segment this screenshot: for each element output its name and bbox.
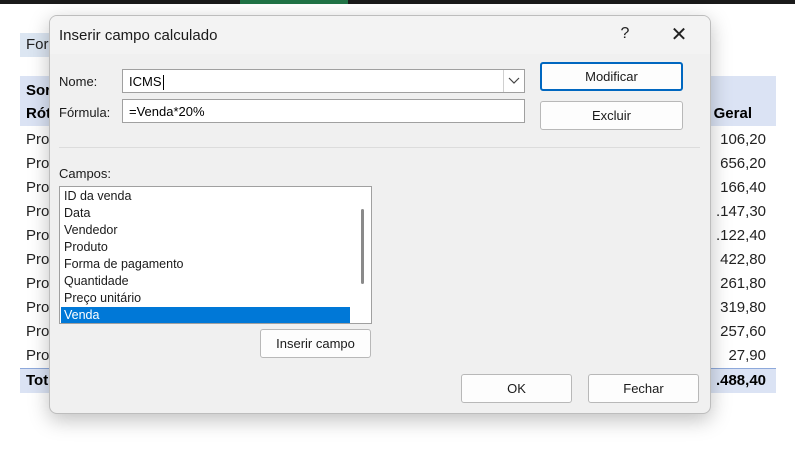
row-label: Pro <box>26 155 50 172</box>
modify-button[interactable]: Modificar <box>540 62 683 91</box>
row-value: 27,90 <box>728 347 766 364</box>
pivot-header-total: Geral <box>713 105 752 122</box>
row-value: .147,30 <box>715 203 766 220</box>
field-list-item[interactable]: Produto <box>61 239 350 256</box>
field-list-item[interactable]: Forma de pagamento <box>61 256 350 273</box>
row-label: Pro <box>26 227 50 244</box>
row-label: Pro <box>26 275 50 292</box>
row-label: Pro <box>26 179 50 196</box>
total-value: .488,40 <box>715 372 766 389</box>
row-value: 106,20 <box>720 131 766 148</box>
row-value: 261,80 <box>720 275 766 292</box>
row-value: 422,80 <box>720 251 766 268</box>
dialog-titlebar: Inserir campo calculado ? ✕ <box>50 16 710 54</box>
name-label: Nome: <box>59 74 98 89</box>
field-list-item[interactable]: Preço unitário <box>61 290 350 307</box>
row-label: Pro <box>26 131 50 148</box>
row-value: 166,40 <box>720 179 766 196</box>
name-combobox[interactable]: ICMS <box>122 69 525 93</box>
row-value: 656,20 <box>720 155 766 172</box>
ok-button[interactable]: OK <box>461 374 572 403</box>
row-label: Pro <box>26 203 50 220</box>
row-value: 319,80 <box>720 299 766 316</box>
row-label: Pro <box>26 347 50 364</box>
row-label: Pro <box>26 299 50 316</box>
listbox-scrollbar[interactable] <box>355 188 371 322</box>
field-list-item[interactable]: Venda <box>61 307 350 323</box>
dialog-title: Inserir campo calculado <box>59 27 218 44</box>
pivot-header-sum: Sor <box>26 82 52 99</box>
row-value: .122,40 <box>715 227 766 244</box>
name-input-value[interactable]: ICMS <box>129 74 164 91</box>
field-list-item[interactable]: Data <box>61 205 350 222</box>
pivot-header-rows[interactable]: Rót <box>26 105 51 122</box>
total-label: Tot <box>26 372 49 389</box>
formula-input[interactable]: =Venda*20% <box>122 99 525 123</box>
close-button[interactable]: Fechar <box>588 374 699 403</box>
delete-button[interactable]: Excluir <box>540 101 683 130</box>
row-label: Pro <box>26 251 50 268</box>
insert-field-button[interactable]: Inserir campo <box>260 329 371 358</box>
row-value: 257,60 <box>720 323 766 340</box>
formula-label: Fórmula: <box>59 105 111 120</box>
fields-listbox[interactable]: ID da venda Data Vendedor Produto Forma de p… <box>59 186 372 324</box>
row-label: Pro <box>26 323 50 340</box>
field-list-item[interactable]: Quantidade <box>61 273 350 290</box>
field-list-item[interactable]: Vendedor <box>61 222 350 239</box>
field-list-item[interactable]: ID da venda <box>61 188 350 205</box>
name-value-text: ICMS <box>129 74 162 89</box>
scrollbar-thumb[interactable] <box>361 209 364 284</box>
calculated-field-dialog: Inserir campo calculado ? ✕ Nome: ICMS F… <box>49 15 711 414</box>
formula-value: =Venda*20% <box>129 104 205 119</box>
chevron-down-icon[interactable] <box>503 70 524 92</box>
close-icon[interactable]: ✕ <box>667 24 691 46</box>
help-icon[interactable]: ? <box>615 25 635 45</box>
dialog-separator <box>59 147 700 148</box>
text-caret <box>162 75 164 91</box>
fields-label: Campos: <box>59 166 112 181</box>
